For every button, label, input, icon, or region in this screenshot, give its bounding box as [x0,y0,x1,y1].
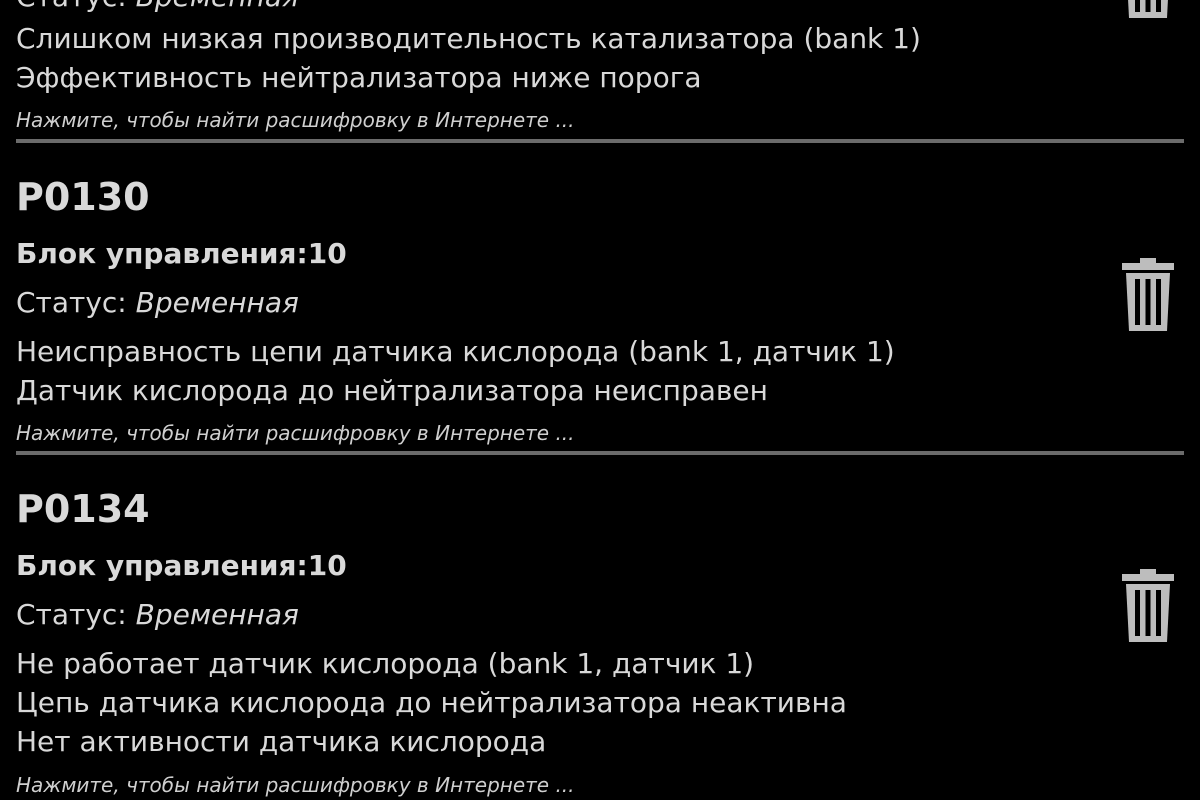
ecu-line: Блок управления:10 [16,237,347,270]
trash-icon [1128,0,1168,18]
status-value: Временная [136,0,299,13]
error-code: P0134 [16,487,150,531]
search-online-hint[interactable]: Нажмите, чтобы найти расшифровку в Интер… [16,108,575,132]
error-code: P0130 [16,175,150,219]
trash-icon [1122,258,1174,331]
divider [16,139,1184,143]
description-line: Неисправность цепи датчика кислорода (ba… [16,335,895,368]
trouble-code-item[interactable]: Статус: Временная Слишком низкая произво… [0,0,1200,145]
description-line: Датчик кислорода до нейтрализатора неисп… [16,374,768,407]
description-line: Цепь датчика кислорода до нейтрализатора… [16,686,847,719]
search-online-hint[interactable]: Нажмите, чтобы найти расшифровку в Интер… [16,773,575,797]
description-line: Не работает датчик кислорода (bank 1, да… [16,647,755,680]
ecu-line: Блок управления:10 [16,549,347,582]
trouble-code-item[interactable]: P0134 Блок управления:10 Статус: Временн… [0,457,1200,800]
trouble-code-item[interactable]: P0130 Блок управления:10 Статус: Временн… [0,145,1200,455]
status-label: Статус: [16,0,136,13]
status-line: Статус: Временная [16,598,299,632]
delete-button[interactable] [1120,0,1176,20]
description-line: Слишком низкая производительность катали… [16,22,921,55]
description-line: Эффективность нейтрализатора ниже порога [16,61,702,94]
delete-button[interactable] [1120,257,1176,333]
description-line: Нет активности датчика кислорода [16,725,547,758]
status-value: Временная [135,598,299,631]
status-line: Статус: Временная [16,286,299,320]
status-label: Статус: [16,598,136,631]
status-value: Временная [135,286,299,319]
status-line: Статус: Временная [16,0,299,14]
delete-button[interactable] [1120,568,1176,644]
status-label: Статус: [16,286,136,319]
divider [16,451,1184,455]
trash-icon [1122,569,1174,642]
search-online-hint[interactable]: Нажмите, чтобы найти расшифровку в Интер… [16,421,575,445]
